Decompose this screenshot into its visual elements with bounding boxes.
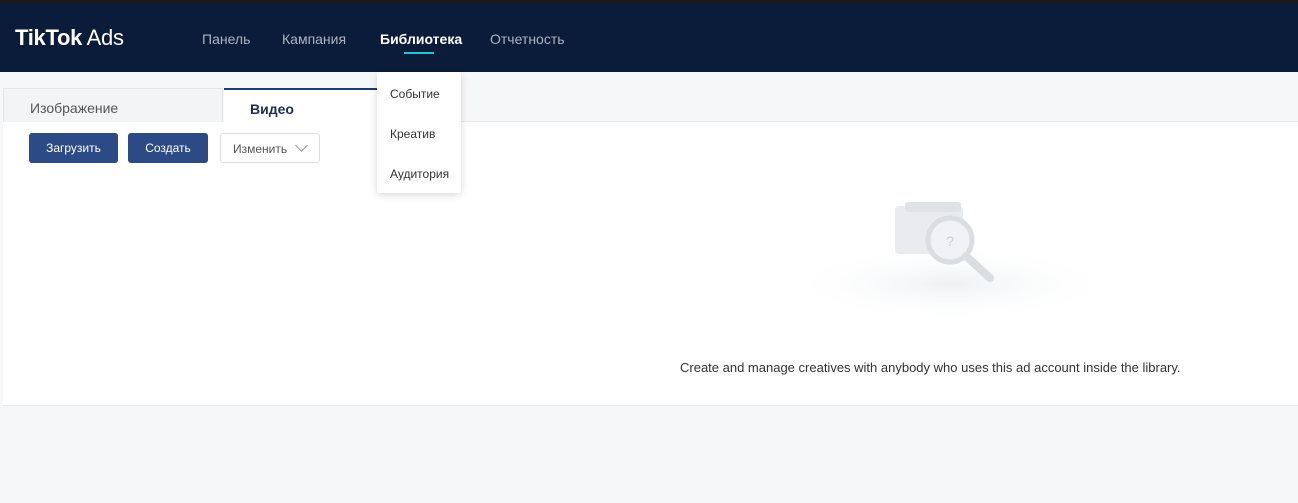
tab-image[interactable]: Изображение: [3, 88, 223, 124]
logo-brand: TikTok: [15, 25, 83, 50]
dropdown-item-creative[interactable]: Креатив: [390, 127, 435, 141]
nav-item-reporting[interactable]: Отчетность: [490, 31, 565, 47]
nav-item-campaign[interactable]: Кампания: [282, 31, 346, 47]
library-dropdown-menu: Событие Креатив Аудитория: [377, 72, 461, 193]
chevron-down-icon: [295, 139, 308, 152]
tab-bar-background: [380, 88, 1298, 122]
upload-button[interactable]: Загрузить: [29, 133, 118, 163]
nav-item-library[interactable]: Библиотека: [380, 31, 462, 47]
edit-select[interactable]: Изменить: [220, 133, 320, 163]
folder-search-icon: ?: [785, 202, 1115, 322]
nav-item-dashboard[interactable]: Панель: [202, 31, 250, 47]
logo-suffix: Ads: [82, 25, 124, 50]
nav-active-indicator: [404, 52, 434, 54]
top-navigation-bar: TikTok Ads Панель Кампания Библиотека От…: [0, 0, 1298, 72]
dropdown-item-event[interactable]: Событие: [390, 87, 440, 101]
edit-select-value: Изменить: [233, 142, 288, 156]
tiktok-ads-logo[interactable]: TikTok Ads: [15, 25, 124, 51]
empty-state-message: Create and manage creatives with anybody…: [680, 360, 1181, 375]
svg-text:?: ?: [946, 233, 954, 249]
tab-video[interactable]: Видео: [224, 88, 380, 124]
dropdown-item-audience[interactable]: Аудитория: [390, 167, 449, 181]
create-button[interactable]: Создать: [128, 133, 208, 163]
